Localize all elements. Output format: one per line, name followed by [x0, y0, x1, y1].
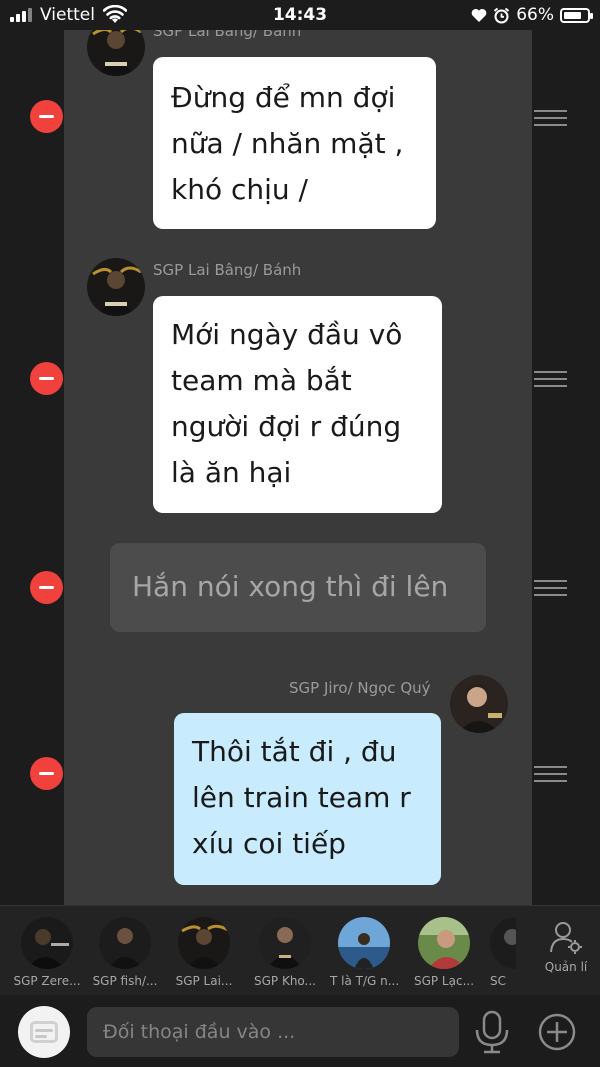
member-name: SGP Kho... [253, 974, 316, 988]
heart-icon [471, 8, 487, 22]
member-avatar [259, 917, 311, 969]
chat-menu-icon [30, 1021, 58, 1043]
member-name: SC [490, 974, 506, 988]
member-item[interactable]: T là T/G n... [330, 917, 398, 988]
member-item[interactable]: SGP Kho... [251, 917, 319, 988]
message-bubble[interactable]: Đừng để mn đợi nữa / nhăn mặt , khó chịu… [153, 57, 436, 229]
add-circle-icon[interactable] [537, 1012, 577, 1052]
member-strip: SGP Zere... SGP fish/... SGP Lai... SGP … [0, 905, 600, 995]
member-name: SGP Lai... [175, 974, 233, 988]
sender-name: SGP Jiro/ Ngọc Quý [289, 679, 431, 697]
status-bar: Viettel 14:43 66% [0, 0, 600, 30]
message-row: Hắn nói xong thì đi lên [0, 540, 600, 635]
manage-label: Quản lí [544, 960, 588, 974]
member-avatar [21, 917, 73, 969]
remove-message-button[interactable] [30, 571, 63, 604]
message-bubble[interactable]: Hắn nói xong thì đi lên [110, 543, 486, 632]
member-name: SGP Zere... [13, 974, 81, 988]
member-item[interactable]: SGP fish/... [91, 917, 159, 988]
drag-handle-icon[interactable] [534, 371, 567, 387]
avatar[interactable] [87, 258, 145, 316]
drag-handle-icon[interactable] [534, 766, 567, 782]
message-row: SGP Jiro/ Ngọc Quý Thôi tắt đi , đu lên … [0, 670, 600, 890]
message-input[interactable] [87, 1007, 459, 1057]
member-avatar [338, 917, 390, 969]
drag-handle-icon[interactable] [534, 110, 567, 126]
avatar[interactable] [450, 675, 508, 733]
chat-menu-button[interactable] [18, 1006, 70, 1058]
microphone-icon[interactable] [472, 1010, 512, 1054]
input-bar [0, 995, 600, 1067]
message-row: SGP Lai Bâng/ Bánh Mới ngày đầu vô team … [0, 255, 600, 525]
remove-message-button[interactable] [30, 100, 63, 133]
message-bubble[interactable]: Thôi tắt đi , đu lên train team r xíu co… [174, 713, 441, 885]
alarm-icon [494, 7, 510, 23]
member-avatar [490, 917, 516, 969]
member-name: SGP fish/... [92, 974, 158, 988]
member-name: SGP Lạc... [413, 974, 475, 988]
status-right: 66% [471, 5, 593, 25]
message-bubble[interactable]: Mới ngày đầu vô team mà bắt người đợi r … [153, 296, 442, 513]
member-item[interactable]: SGP Lai... [170, 917, 238, 988]
member-item[interactable]: SGP Zere... [13, 917, 81, 988]
manage-members-icon [550, 922, 582, 954]
sender-name: SGP Lai Bâng/ Bánh [153, 261, 302, 279]
message-row: SGP Lai Bâng/ Bánh Đừng để mn đợi nữa / … [0, 0, 600, 240]
manage-members-button[interactable]: Quản lí [536, 920, 596, 974]
member-avatar [178, 917, 230, 969]
drag-handle-icon[interactable] [534, 580, 567, 596]
member-item[interactable]: SC [490, 917, 516, 988]
member-avatar [418, 917, 470, 969]
remove-message-button[interactable] [30, 362, 63, 395]
remove-message-button[interactable] [30, 757, 63, 790]
member-name: T là T/G n... [330, 974, 398, 988]
battery-icon [560, 7, 593, 23]
member-avatar [99, 917, 151, 969]
battery-percent: 66% [516, 5, 554, 25]
member-item[interactable]: SGP Lạc... [410, 917, 478, 988]
